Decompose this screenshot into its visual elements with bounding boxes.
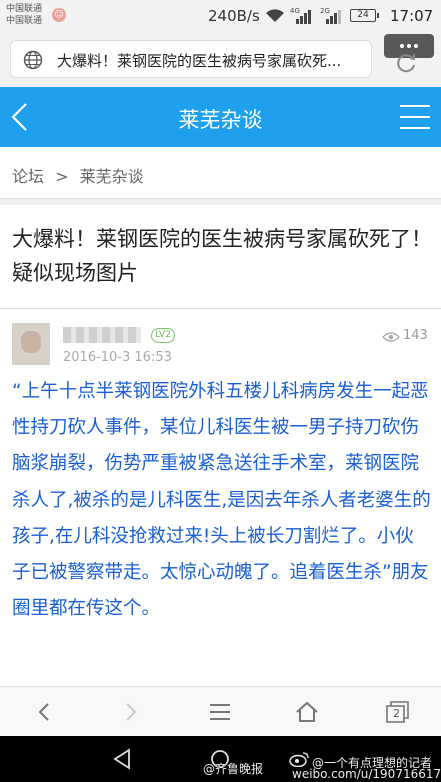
sys-back-icon[interactable] — [111, 748, 133, 770]
breadcrumb-separator: > — [55, 167, 69, 186]
avatar[interactable] — [12, 323, 50, 365]
nav-forward-icon[interactable] — [118, 699, 144, 725]
tab-count: 2 — [393, 707, 400, 720]
nav-home-icon[interactable] — [294, 699, 320, 725]
post-title: 大爆料！莱钢医院的医生被病号家属砍死了！疑似现场图片 — [12, 227, 432, 285]
nav-menu-icon[interactable] — [207, 699, 233, 725]
carrier-info: 中国联通 中国联通 — [6, 3, 42, 27]
notification-icon: ☺ — [52, 8, 66, 22]
post-body: “上午十点半莱钢医院外科五楼儿科病房发生一起恶性持刀砍人事件，某位儿科医生被一男… — [12, 381, 431, 620]
net-speed: 240B/s — [208, 7, 260, 25]
refresh-icon[interactable] — [393, 50, 419, 76]
battery-icon: 24 — [350, 9, 379, 22]
page-url-title: 大爆料！莱钢医院的医生被病号家属砍死... — [57, 52, 342, 70]
level-badge: LV2 — [151, 328, 175, 343]
title-divider — [0, 308, 441, 309]
watermark-left: @齐鲁晚报 — [203, 762, 264, 776]
svg-text:2G: 2G — [320, 7, 330, 15]
weibo-icon — [289, 752, 309, 767]
status-bar: 中国联通 中国联通 ☺ 240B/s 4G 2G 24 17:07 — [0, 0, 441, 32]
section-divider — [0, 199, 441, 205]
breadcrumb: 论坛 > 莱芜杂谈 — [0, 147, 441, 199]
view-count: 143 — [403, 328, 428, 343]
wifi-icon — [266, 9, 284, 22]
eye-icon — [382, 332, 400, 342]
breadcrumb-forum-link[interactable]: 论坛 — [12, 167, 44, 186]
globe-icon — [23, 50, 43, 70]
watermark-right-url: weibo.com/u/1907166177 — [292, 767, 441, 781]
address-bar[interactable]: 大爆料！莱钢医院的医生被病号家属砍死... — [10, 40, 372, 78]
signal-2g-icon: 2G — [320, 7, 341, 24]
post-date: 2016-10-3 16:53 — [63, 350, 172, 365]
menu-icon[interactable] — [399, 102, 431, 132]
page-title: 莱芜杂谈 — [178, 108, 263, 132]
signal-4g-icon: 4G — [290, 7, 311, 24]
browser-toolbar: 大爆料！莱钢医院的医生被病号家属砍死... — [0, 32, 441, 87]
nav-back-icon[interactable] — [31, 699, 57, 725]
app-header: 莱芜杂谈 — [0, 87, 441, 147]
browser-bottom-nav: 2 — [0, 686, 441, 736]
svg-text:4G: 4G — [290, 7, 300, 15]
carrier-2: 中国联通 — [6, 16, 43, 26]
carrier-1: 中国联通 — [6, 4, 43, 14]
clock: 17:07 — [390, 7, 434, 25]
breadcrumb-current[interactable]: 莱芜杂谈 — [80, 167, 144, 186]
author-name-blurred[interactable] — [63, 327, 141, 343]
